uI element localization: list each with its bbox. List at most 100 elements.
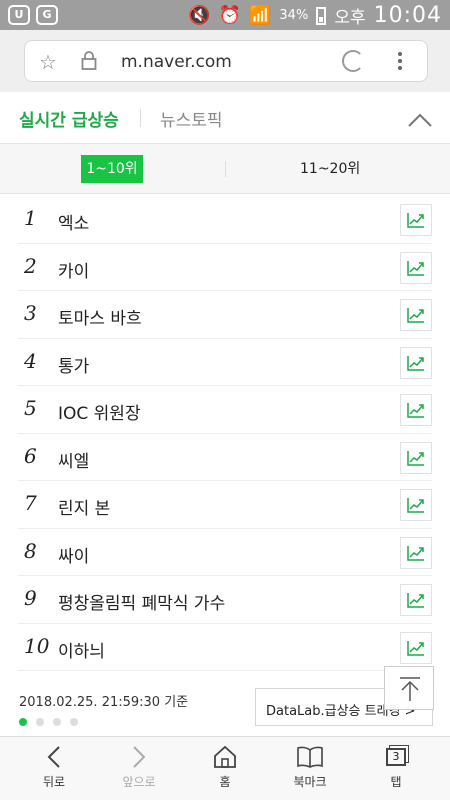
trend-chart-icon	[407, 213, 424, 228]
trend-chart-button[interactable]	[400, 204, 432, 236]
tabs-count-icon: 3	[386, 748, 406, 766]
page-indicator[interactable]	[19, 718, 78, 726]
trend-chart-button[interactable]	[400, 584, 432, 616]
trend-chart-icon	[407, 308, 424, 323]
trend-chart-icon	[407, 355, 424, 371]
rank-number: 2	[24, 253, 37, 278]
url-text[interactable]: m.naver.com	[121, 52, 232, 72]
tab-realtime[interactable]: 실시간 급상승	[19, 106, 119, 131]
bookmark-button[interactable]: 북마크	[270, 743, 350, 790]
bookmark-label: 북마크	[293, 775, 327, 789]
keyword-link[interactable]: 엑소	[58, 209, 89, 234]
keyword-link[interactable]: 평창올림픽 폐막식 가수	[58, 589, 225, 614]
keyword-link[interactable]: 씨엘	[58, 447, 89, 472]
alarm-icon: ⏰	[218, 5, 241, 26]
list-item[interactable]: 5 IOC 위원장	[18, 386, 432, 434]
trend-chart-icon	[407, 498, 424, 513]
page-dot-active[interactable]	[19, 718, 27, 726]
rank-number: 10	[24, 633, 50, 658]
keyword-link[interactable]: IOC 위원장	[58, 399, 141, 424]
trend-chart-icon	[407, 593, 424, 608]
list-item[interactable]: 8 싸이	[18, 529, 432, 576]
list-item[interactable]: 2 카이	[18, 244, 432, 291]
wifi-icon: 📶	[248, 5, 272, 26]
home-button[interactable]: 홈	[185, 743, 265, 790]
trending-header: 실시간 급상승 뉴스토픽	[0, 92, 450, 144]
trend-chart-icon	[407, 640, 424, 656]
range-selector: 1~10위 11~20위	[0, 144, 450, 194]
battery-icon	[316, 6, 327, 25]
rank-number: 6	[24, 443, 37, 468]
keyword-link[interactable]: 카이	[58, 257, 89, 282]
list-item[interactable]: 4 통가	[18, 339, 432, 386]
back-label: 뒤로	[42, 775, 66, 789]
app-notification-icon: U	[8, 5, 30, 25]
keyword-link[interactable]: 싸이	[58, 542, 89, 567]
trend-chart-icon	[407, 545, 424, 561]
reload-icon[interactable]	[342, 50, 364, 72]
keyword-link[interactable]: 이하늬	[58, 637, 105, 662]
timestamp: 2018.02.25. 21:59:30 기준	[19, 695, 189, 710]
home-icon	[214, 745, 236, 768]
book-icon	[297, 746, 323, 768]
divider	[140, 109, 141, 127]
page-dot[interactable]	[70, 718, 78, 726]
divider	[225, 161, 226, 177]
page-dot[interactable]	[36, 718, 44, 726]
rank-number: 4	[24, 348, 37, 373]
keyword-link[interactable]: 통가	[58, 352, 89, 377]
trend-chart-icon	[407, 403, 424, 418]
scroll-to-top-button[interactable]	[384, 666, 434, 710]
tabs-label: 탭	[390, 775, 402, 789]
trend-chart-icon	[407, 260, 424, 276]
home-label: 홈	[219, 775, 231, 789]
trend-chart-button[interactable]	[400, 441, 432, 474]
trending-footer: 2018.02.25. 21:59:30 기준 DataLab.급상승 트래킹 …	[0, 676, 450, 736]
range-tab-11-20[interactable]: 11~20위	[300, 158, 360, 178]
clock: 10:04	[373, 3, 442, 28]
list-item[interactable]: 3 토마스 바흐	[18, 291, 432, 339]
chevron-up-icon[interactable]	[407, 112, 433, 128]
status-bar: U G 🔇 ⏰ 📶 34% 오후 10:04	[0, 0, 450, 30]
keyword-link[interactable]: 토마스 바흐	[58, 304, 142, 329]
list-item[interactable]: 9 평창올림픽 폐막식 가수	[18, 576, 432, 624]
page-dot[interactable]	[53, 718, 61, 726]
rank-number: 1	[24, 206, 37, 230]
trend-chart-button[interactable]	[400, 394, 432, 426]
overflow-menu-icon[interactable]	[395, 49, 405, 73]
forward-label: 앞으로	[122, 775, 156, 789]
address-bar[interactable]: ☆ m.naver.com	[24, 40, 428, 82]
rank-number: 9	[24, 586, 37, 610]
range-tab-1-10[interactable]: 1~10위	[81, 155, 143, 183]
trend-chart-button[interactable]	[400, 536, 432, 569]
tab-news-topic[interactable]: 뉴스토픽	[160, 106, 223, 131]
arrow-up-icon	[400, 677, 420, 701]
tabs-button[interactable]: 3 탭	[356, 743, 436, 790]
ampm: 오후	[334, 8, 366, 28]
back-arrow-icon	[47, 746, 60, 768]
browser-toolbar: ☆ m.naver.com	[0, 30, 450, 92]
back-button[interactable]: 뒤로	[14, 743, 94, 790]
trend-chart-button[interactable]	[400, 251, 432, 284]
trending-keyword-list: 1 엑소 2 카이 3 토마스 바흐 4 통가 5 IOC 위원장 6 씨엘 7…	[0, 196, 450, 671]
list-item[interactable]: 7 린지 본	[18, 481, 432, 529]
battery-percent: 34%	[279, 8, 309, 23]
trend-chart-button[interactable]	[400, 631, 432, 664]
forward-button[interactable]: 앞으로	[99, 743, 179, 790]
trend-chart-icon	[407, 450, 424, 466]
rank-number: 5	[24, 396, 37, 420]
keyword-link[interactable]: 린지 본	[58, 494, 110, 519]
list-item[interactable]: 10 이하늬	[18, 624, 432, 671]
forward-arrow-icon	[133, 746, 146, 768]
rank-number: 7	[24, 491, 37, 515]
trend-chart-button[interactable]	[400, 346, 432, 379]
rank-number: 3	[24, 301, 37, 325]
list-item[interactable]: 6 씨엘	[18, 434, 432, 481]
browser-bottom-bar: 뒤로 앞으로 홈 북마크 3 탭	[0, 736, 450, 800]
rank-number: 8	[24, 538, 37, 563]
bookmark-star-icon[interactable]: ☆	[39, 50, 57, 74]
trend-chart-button[interactable]	[400, 299, 432, 331]
trend-chart-button[interactable]	[400, 489, 432, 521]
list-item[interactable]: 1 엑소	[18, 196, 432, 244]
lock-icon	[81, 51, 97, 70]
